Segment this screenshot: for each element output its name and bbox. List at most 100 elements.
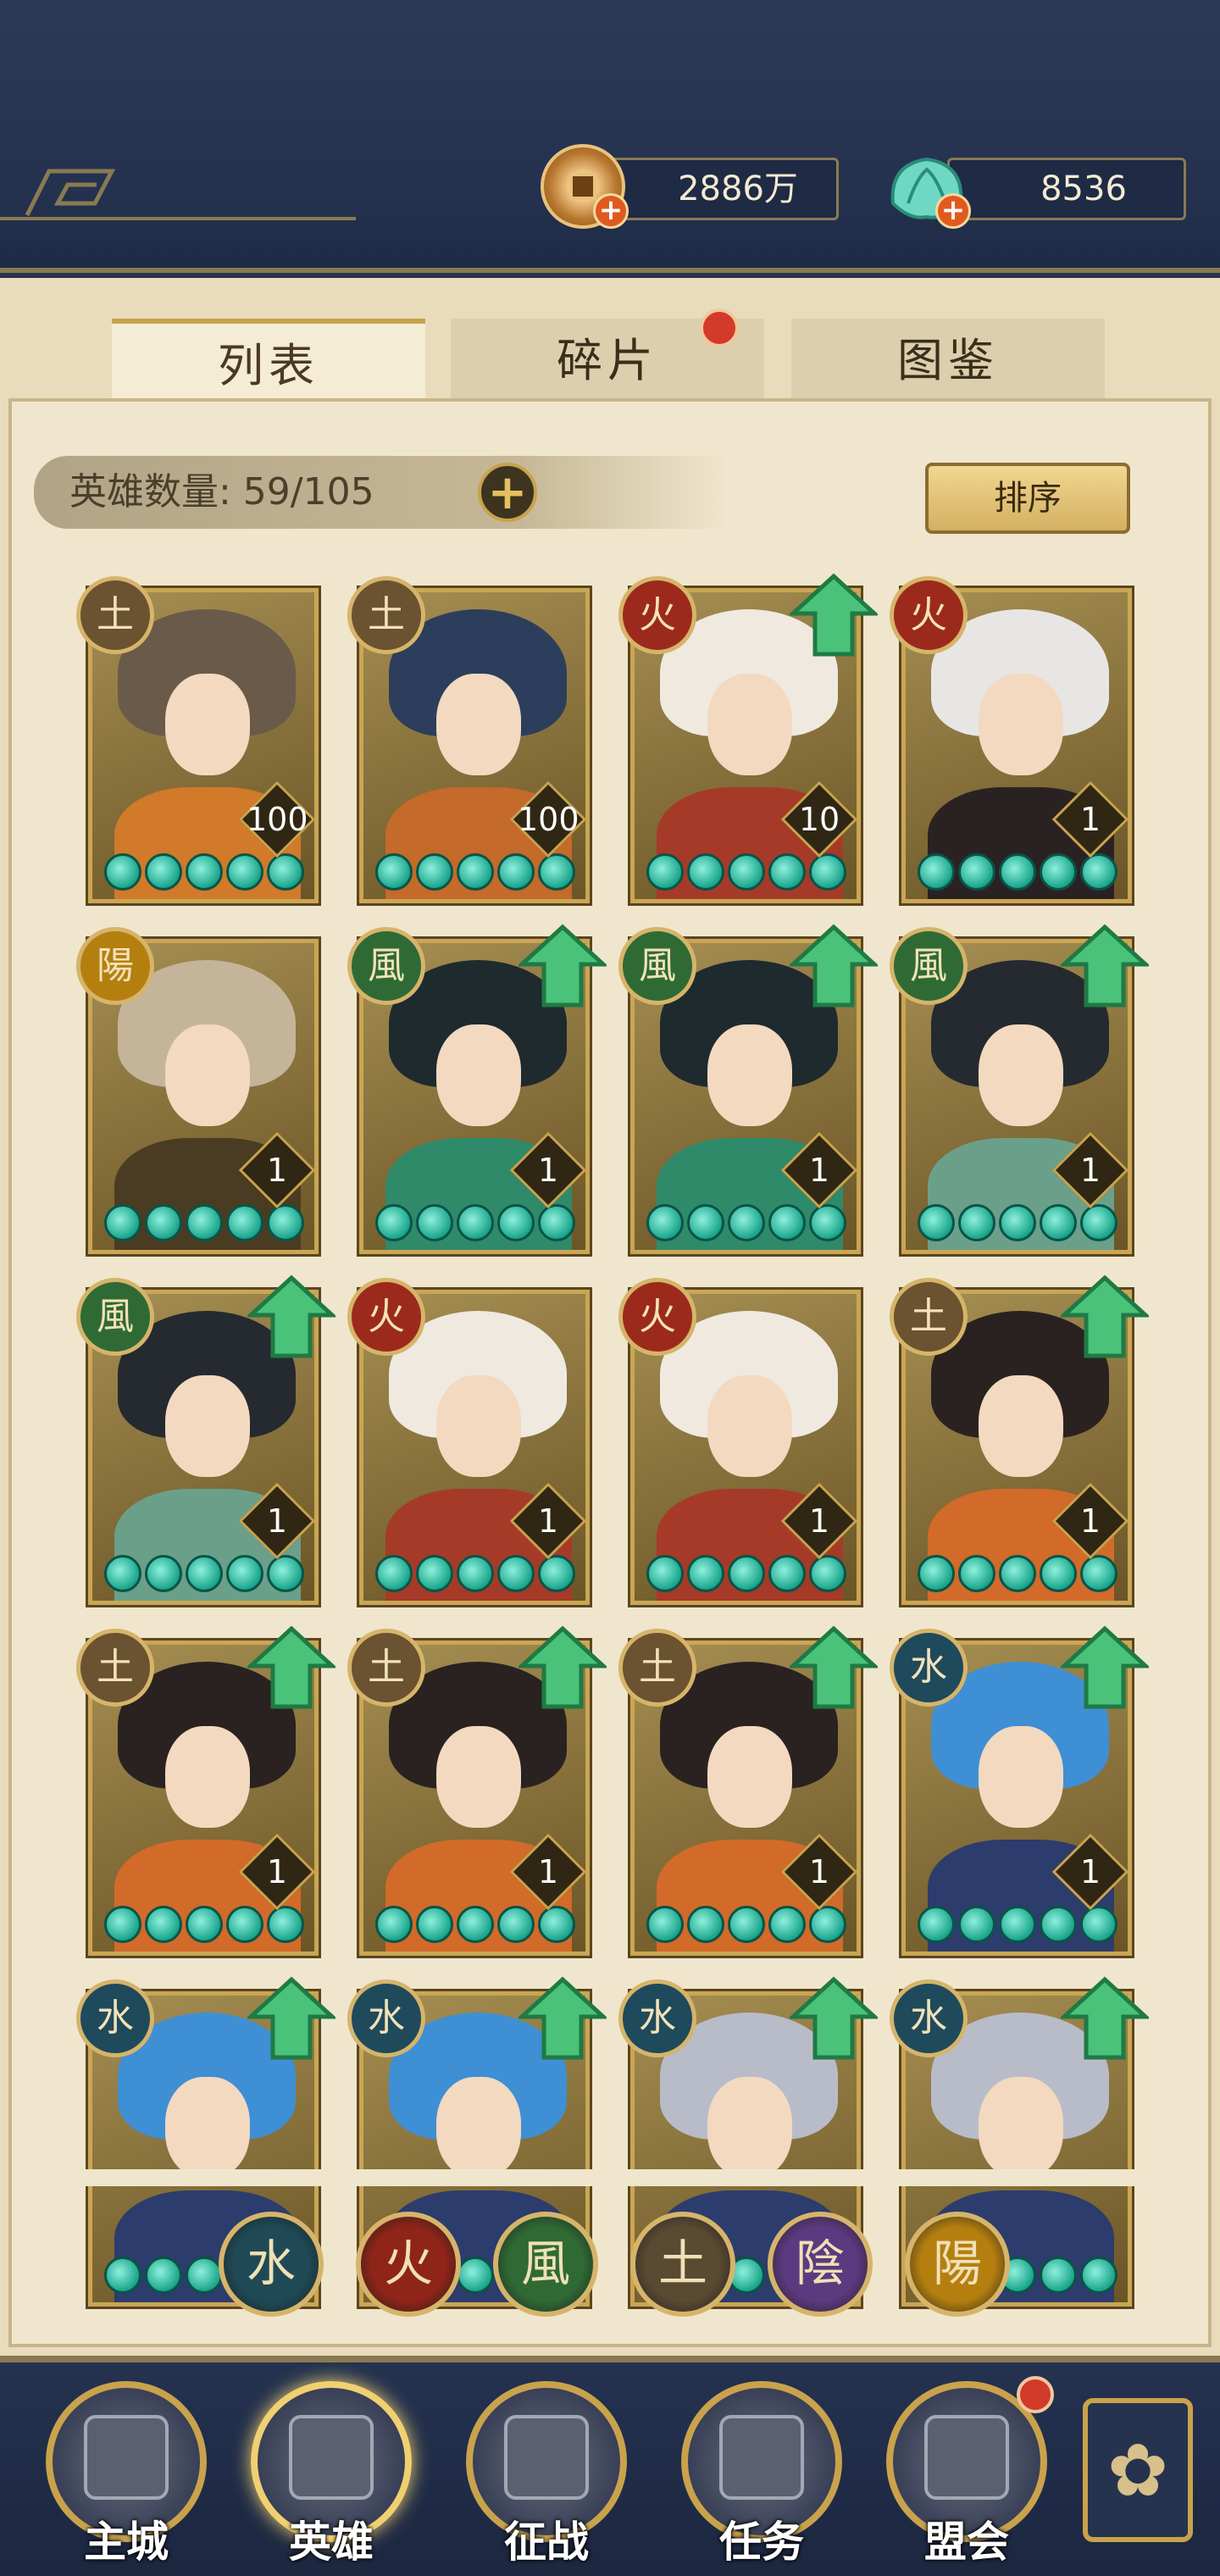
jade-star-icon	[416, 853, 453, 891]
star-rating	[646, 1204, 846, 1241]
hero-level: 1	[266, 1152, 288, 1189]
hero-card[interactable]: 100 土	[76, 576, 321, 906]
hero-card[interactable]: 1風	[76, 1274, 336, 1607]
hero-card[interactable]: 1火	[890, 576, 1134, 906]
jade-star-icon	[1040, 1906, 1077, 1943]
hero-level: 100	[247, 801, 308, 838]
element-badge: 水	[347, 1979, 425, 2057]
element-filter-button[interactable]: 陰	[768, 2212, 873, 2317]
hero-card[interactable]: 10 火	[618, 573, 878, 906]
element-filter-button[interactable]: 水	[219, 2212, 324, 2317]
nav-item[interactable]: 英雄	[251, 2381, 412, 2567]
jade-star-icon	[687, 1906, 724, 1943]
hero-card[interactable]: 1水	[890, 1625, 1149, 1958]
element-badge: 火	[618, 576, 696, 654]
nav-item[interactable]: 盟会	[886, 2376, 1054, 2567]
upgrade-arrow-icon	[790, 1976, 878, 2060]
jade-star-icon	[687, 853, 724, 891]
tab-label: 图鉴	[897, 334, 999, 387]
jade-star-icon	[186, 1204, 223, 1241]
expand-roster-button[interactable]: +	[478, 463, 537, 522]
element-badge: 水	[890, 1979, 968, 2057]
jade-star-icon	[646, 853, 684, 891]
jade-star-icon	[226, 1906, 263, 1943]
element-badge: 水	[890, 1629, 968, 1707]
sort-button[interactable]: 排序	[925, 463, 1130, 534]
jade-star-icon	[416, 1906, 453, 1943]
element-filter-button[interactable]: 火	[356, 2212, 461, 2317]
jade-star-icon	[728, 1906, 765, 1943]
hero-card[interactable]: 1土	[76, 1625, 336, 1958]
jade-star-icon	[538, 1204, 575, 1241]
jade-star-icon	[497, 1204, 535, 1241]
hero-face	[707, 1375, 792, 1477]
jade-star-icon	[1080, 853, 1117, 891]
hero-face	[979, 1375, 1063, 1477]
upgrade-arrow-icon	[790, 924, 878, 1008]
jade-star-icon	[145, 2257, 182, 2294]
jade-star-icon	[457, 2257, 494, 2294]
jade-star-icon	[267, 1555, 304, 1592]
element-filter-button[interactable]: 陽	[905, 2212, 1010, 2317]
jade-star-icon	[918, 1204, 955, 1241]
upgrade-arrow-icon	[1061, 1274, 1149, 1358]
hero-level: 1	[266, 1502, 288, 1540]
hero-card[interactable]: 1火	[618, 1278, 863, 1607]
jade-star-icon	[145, 1906, 182, 1943]
jade-star-icon	[104, 2257, 141, 2294]
hero-card[interactable]: 1土	[890, 1274, 1149, 1607]
hero-card[interactable]: 1風	[618, 924, 878, 1257]
tab-fragments[interactable]: 碎片	[451, 308, 764, 403]
hero-level: 1	[1079, 1502, 1101, 1540]
hero-card[interactable]: 1土	[618, 1625, 878, 1958]
jade-star-icon	[416, 1204, 453, 1241]
hero-level: 1	[1079, 801, 1101, 838]
tab-codex[interactable]: 图鉴	[791, 319, 1105, 403]
hero-card[interactable]: 100 土	[347, 576, 592, 906]
jade-star-icon	[999, 1204, 1036, 1241]
jade-star-icon	[918, 1906, 955, 1943]
jade-star-icon	[457, 1555, 494, 1592]
hero-card[interactable]: 1風	[347, 924, 607, 1257]
element-filter-button[interactable]: 土	[630, 2212, 735, 2317]
jade-star-icon	[497, 1555, 535, 1592]
star-rating	[104, 1906, 304, 1943]
jade-star-icon	[768, 1555, 806, 1592]
star-rating	[646, 1906, 846, 1943]
element-badge: 土	[76, 576, 154, 654]
jade-star-icon	[958, 1555, 995, 1592]
add-gems-button[interactable]: +	[935, 193, 971, 229]
hero-card[interactable]: 1陽	[76, 927, 321, 1257]
jade-star-icon	[1080, 1906, 1117, 1943]
hero-face	[436, 2077, 521, 2179]
hero-face	[979, 2077, 1063, 2179]
hero-face	[436, 1375, 521, 1477]
hero-card[interactable]: 1火	[347, 1278, 592, 1607]
nav-item[interactable]: 任务	[681, 2381, 842, 2567]
hero-card[interactable]: 1土	[347, 1625, 607, 1958]
hero-level: 10	[798, 801, 840, 838]
jade-star-icon	[186, 2257, 223, 2294]
star-rating	[104, 1555, 304, 1592]
star-rating	[375, 1906, 575, 1943]
add-coins-button[interactable]: +	[593, 193, 629, 229]
element-badge: 土	[347, 576, 425, 654]
hero-level: 1	[537, 1853, 559, 1890]
jade-star-icon	[104, 1555, 141, 1592]
element-filter-button[interactable]: 風	[493, 2212, 598, 2317]
upgrade-arrow-icon	[518, 1625, 607, 1709]
more-menu-button[interactable]: ✿	[1083, 2398, 1193, 2542]
jade-star-icon	[646, 1906, 684, 1943]
jade-star-icon	[104, 1204, 141, 1241]
element-badge: 土	[347, 1629, 425, 1707]
nav-item[interactable]: 主城	[46, 2381, 207, 2567]
hero-card[interactable]: 1風	[890, 924, 1149, 1257]
tab-list[interactable]: 列表	[112, 319, 425, 403]
jade-star-icon	[416, 1555, 453, 1592]
nav-item[interactable]: 征战	[466, 2381, 627, 2567]
hero-face	[165, 2077, 250, 2179]
star-rating	[104, 1204, 304, 1241]
city-gate-icon	[84, 2415, 169, 2500]
nav-label: 主城	[84, 2518, 169, 2567]
element-badge: 水	[76, 1979, 154, 2057]
